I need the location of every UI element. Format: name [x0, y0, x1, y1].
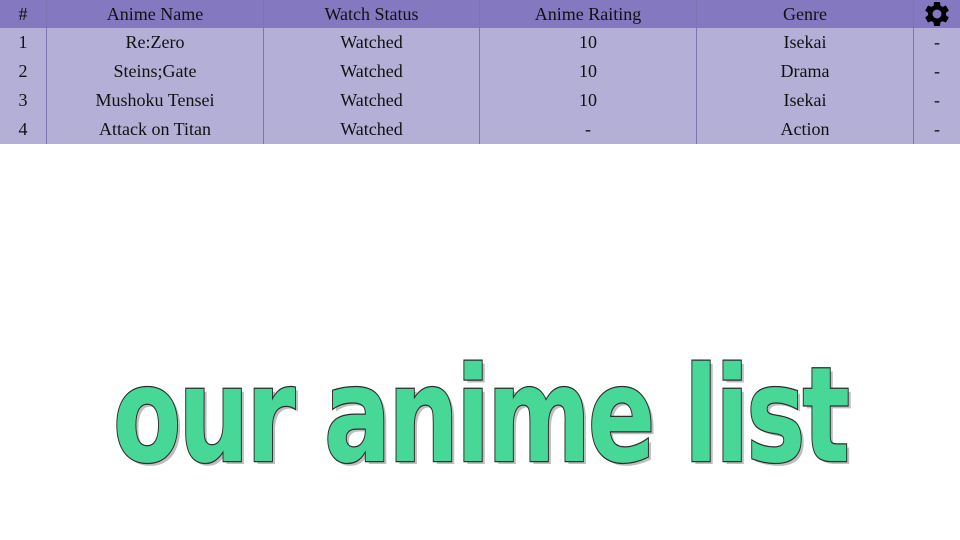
row-number: 4	[0, 115, 47, 144]
row-number: 3	[0, 86, 47, 115]
row-number: 1	[0, 28, 47, 57]
row-action-button[interactable]: -	[914, 57, 960, 86]
header-anime-rating[interactable]: Anime Raiting	[480, 0, 697, 28]
page-title: our anime list our anime list	[0, 340, 960, 480]
anime-name-cell[interactable]: Mushoku Tensei	[47, 86, 264, 115]
gear-icon[interactable]	[922, 0, 952, 28]
rating-cell[interactable]: 10	[480, 57, 697, 86]
row-action-button[interactable]: -	[914, 28, 960, 57]
anime-name-cell[interactable]: Steins;Gate	[47, 57, 264, 86]
watch-status-cell[interactable]: Watched	[264, 28, 480, 57]
watch-status-cell[interactable]: Watched	[264, 57, 480, 86]
header-number: #	[0, 0, 47, 28]
anime-name-cell[interactable]: Attack on Titan	[47, 115, 264, 144]
row-action-button[interactable]: -	[914, 86, 960, 115]
table-row[interactable]: 2 Steins;Gate Watched 10 Drama -	[0, 57, 960, 86]
page-title-graphic: our anime list our anime list	[112, 340, 856, 480]
table-row[interactable]: 1 Re:Zero Watched 10 Isekai -	[0, 28, 960, 57]
table-row[interactable]: 3 Mushoku Tensei Watched 10 Isekai -	[0, 86, 960, 115]
rating-cell[interactable]: 10	[480, 86, 697, 115]
rating-cell[interactable]: -	[480, 115, 697, 144]
genre-cell[interactable]: Action	[697, 115, 914, 144]
settings-button[interactable]	[914, 0, 960, 28]
watch-status-cell[interactable]: Watched	[264, 115, 480, 144]
row-action-button[interactable]: -	[914, 115, 960, 144]
anime-table: # Anime Name Watch Status Anime Raiting …	[0, 0, 960, 144]
header-genre[interactable]: Genre	[697, 0, 914, 28]
header-anime-name[interactable]: Anime Name	[47, 0, 264, 28]
table-header-row: # Anime Name Watch Status Anime Raiting …	[0, 0, 960, 28]
row-number: 2	[0, 57, 47, 86]
anime-name-cell[interactable]: Re:Zero	[47, 28, 264, 57]
genre-cell[interactable]: Drama	[697, 57, 914, 86]
header-watch-status[interactable]: Watch Status	[264, 0, 480, 28]
watch-status-cell[interactable]: Watched	[264, 86, 480, 115]
table-row[interactable]: 4 Attack on Titan Watched - Action -	[0, 115, 960, 144]
genre-cell[interactable]: Isekai	[697, 86, 914, 115]
genre-cell[interactable]: Isekai	[697, 28, 914, 57]
rating-cell[interactable]: 10	[480, 28, 697, 57]
page-title-text: our anime list	[113, 340, 848, 480]
